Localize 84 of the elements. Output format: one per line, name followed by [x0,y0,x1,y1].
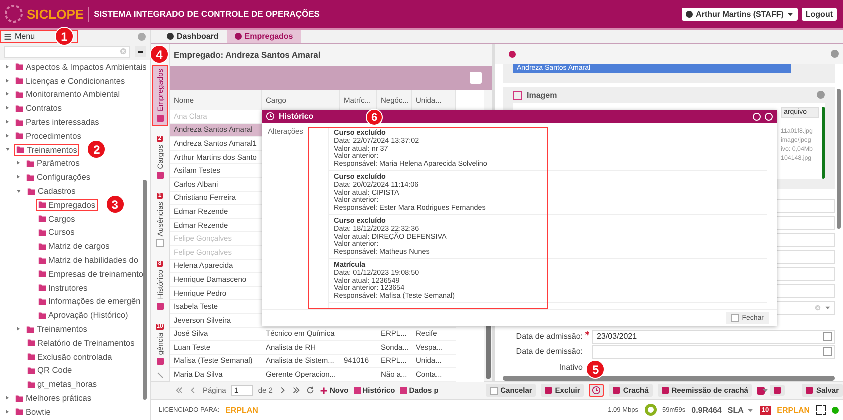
tab[interactable]: Empregados [226,30,302,43]
caret-icon [762,387,770,394]
expand-arrow-icon[interactable] [17,327,20,332]
field-label: Data de demissão: [515,347,583,356]
tree-item[interactable]: Treinamentos [14,144,80,156]
tree-item[interactable]: Relatório de Treinamentos [24,336,137,349]
tree-item[interactable]: Empregados [36,198,98,211]
minimize-icon[interactable] [753,112,761,120]
tree-item[interactable]: Parâmetros [24,157,82,170]
tree-item[interactable]: Melhores práticas [13,392,94,404]
scrollbar[interactable] [837,89,841,229]
expand-arrow-icon[interactable] [6,92,9,96]
tree-item[interactable]: Instrutores [36,282,90,294]
tree-item[interactable]: Monitoramento Ambiental [13,88,122,100]
expand-arrow-icon[interactable] [6,148,10,152]
caret-icon [746,406,754,414]
close-icon[interactable] [765,112,773,120]
tree-item[interactable]: Configurações [24,171,93,184]
tree-item[interactable]: Treinamentos [24,323,90,336]
tree-item[interactable]: Bowtie [13,406,53,418]
history-button[interactable] [589,384,604,397]
plus-icon [320,386,328,394]
expand-arrow-icon[interactable] [17,190,21,193]
tree-item[interactable]: Informações de emergên [36,295,143,308]
user-menu-button[interactable]: Arthur Martins (STAFF) [682,8,798,20]
expand-arrow-icon[interactable] [6,410,9,414]
tree-item[interactable]: Procedimentos [13,130,84,142]
tree-item[interactable]: Aspectos & Impactos Ambientais [13,60,149,73]
menu-icon [4,32,12,40]
timer-ring-icon [644,404,656,416]
tree-item[interactable]: Exclusão controlada [24,350,114,363]
brand-logo: ERPLAN [226,406,258,414]
callout-badge: 3 [106,195,125,214]
expand-arrow-icon[interactable] [6,396,9,400]
scrollbar[interactable] [503,376,835,381]
tree-item[interactable]: Cargos [36,212,78,225]
clock-icon [266,112,275,121]
expand-arrow-icon[interactable] [6,120,9,124]
sla-dropdown[interactable]: SLA [728,406,754,414]
expand-arrow-icon[interactable] [17,175,20,180]
expand-arrow-icon[interactable] [6,106,9,110]
tree-item[interactable]: Partes interessadas [13,116,102,128]
field-label: Inativo [558,363,583,372]
scrollbar[interactable] [143,180,147,400]
logout-button[interactable]: Logout [802,8,837,20]
tree-item[interactable]: Aprovação (Histórico) [36,309,130,322]
tree-item[interactable]: Empresas de treinamento [36,268,146,280]
tree-item[interactable]: Cursos [36,226,77,238]
status-bar-line [822,107,825,179]
callout-badge: 4 [150,45,169,64]
search-field[interactable] [4,46,130,58]
last-page-icon[interactable] [292,386,301,395]
caret-icon [786,10,794,18]
field-label: Data de admissão: [515,332,583,341]
expand-arrow-icon[interactable] [17,161,20,166]
first-page-icon[interactable] [175,386,184,395]
collapse-all-button[interactable] [135,46,146,57]
tab[interactable]: Dashboard [159,30,227,43]
qr-code-button[interactable] [757,386,766,394]
caret-icon[interactable] [825,305,831,311]
fullscreen-icon[interactable] [816,405,826,415]
expand-arrow-icon[interactable] [6,134,9,138]
section-title: Imagem [527,90,558,100]
date-field[interactable] [592,344,835,358]
panel-title: Empregado: Andreza Santos Amaral [173,49,322,62]
refresh-icon[interactable] [306,386,315,395]
version-label: 0.9R464 [692,406,722,414]
image-button[interactable] [770,385,786,396]
tree-item[interactable]: Matriz de cargos [36,240,112,252]
gear-logo-icon [4,4,24,24]
dialog-title: Histórico [279,112,314,121]
tree-item[interactable]: Contratos [13,102,64,114]
tree-item[interactable]: QR Code [24,364,74,376]
date-field[interactable]: 23/03/2021 [592,330,835,344]
expand-arrow-icon[interactable] [6,64,9,69]
tree-item[interactable]: Matriz de habilidades do [36,254,140,266]
tree-item[interactable]: gt_metas_horas [24,378,99,390]
tree-item[interactable]: Cadastros [25,185,78,198]
expand-arrow-icon[interactable] [6,78,9,83]
brand-logo: ERPLAN [777,406,810,414]
app-logo: SICLOPE [27,6,90,22]
callout-badge: 2 [87,140,106,160]
app-subtitle: SISTEMA INTEGRADO DE CONTROLE DE OPERAÇÕES [94,9,320,19]
tree-item[interactable]: Licenças e Condicionantes [13,74,128,87]
